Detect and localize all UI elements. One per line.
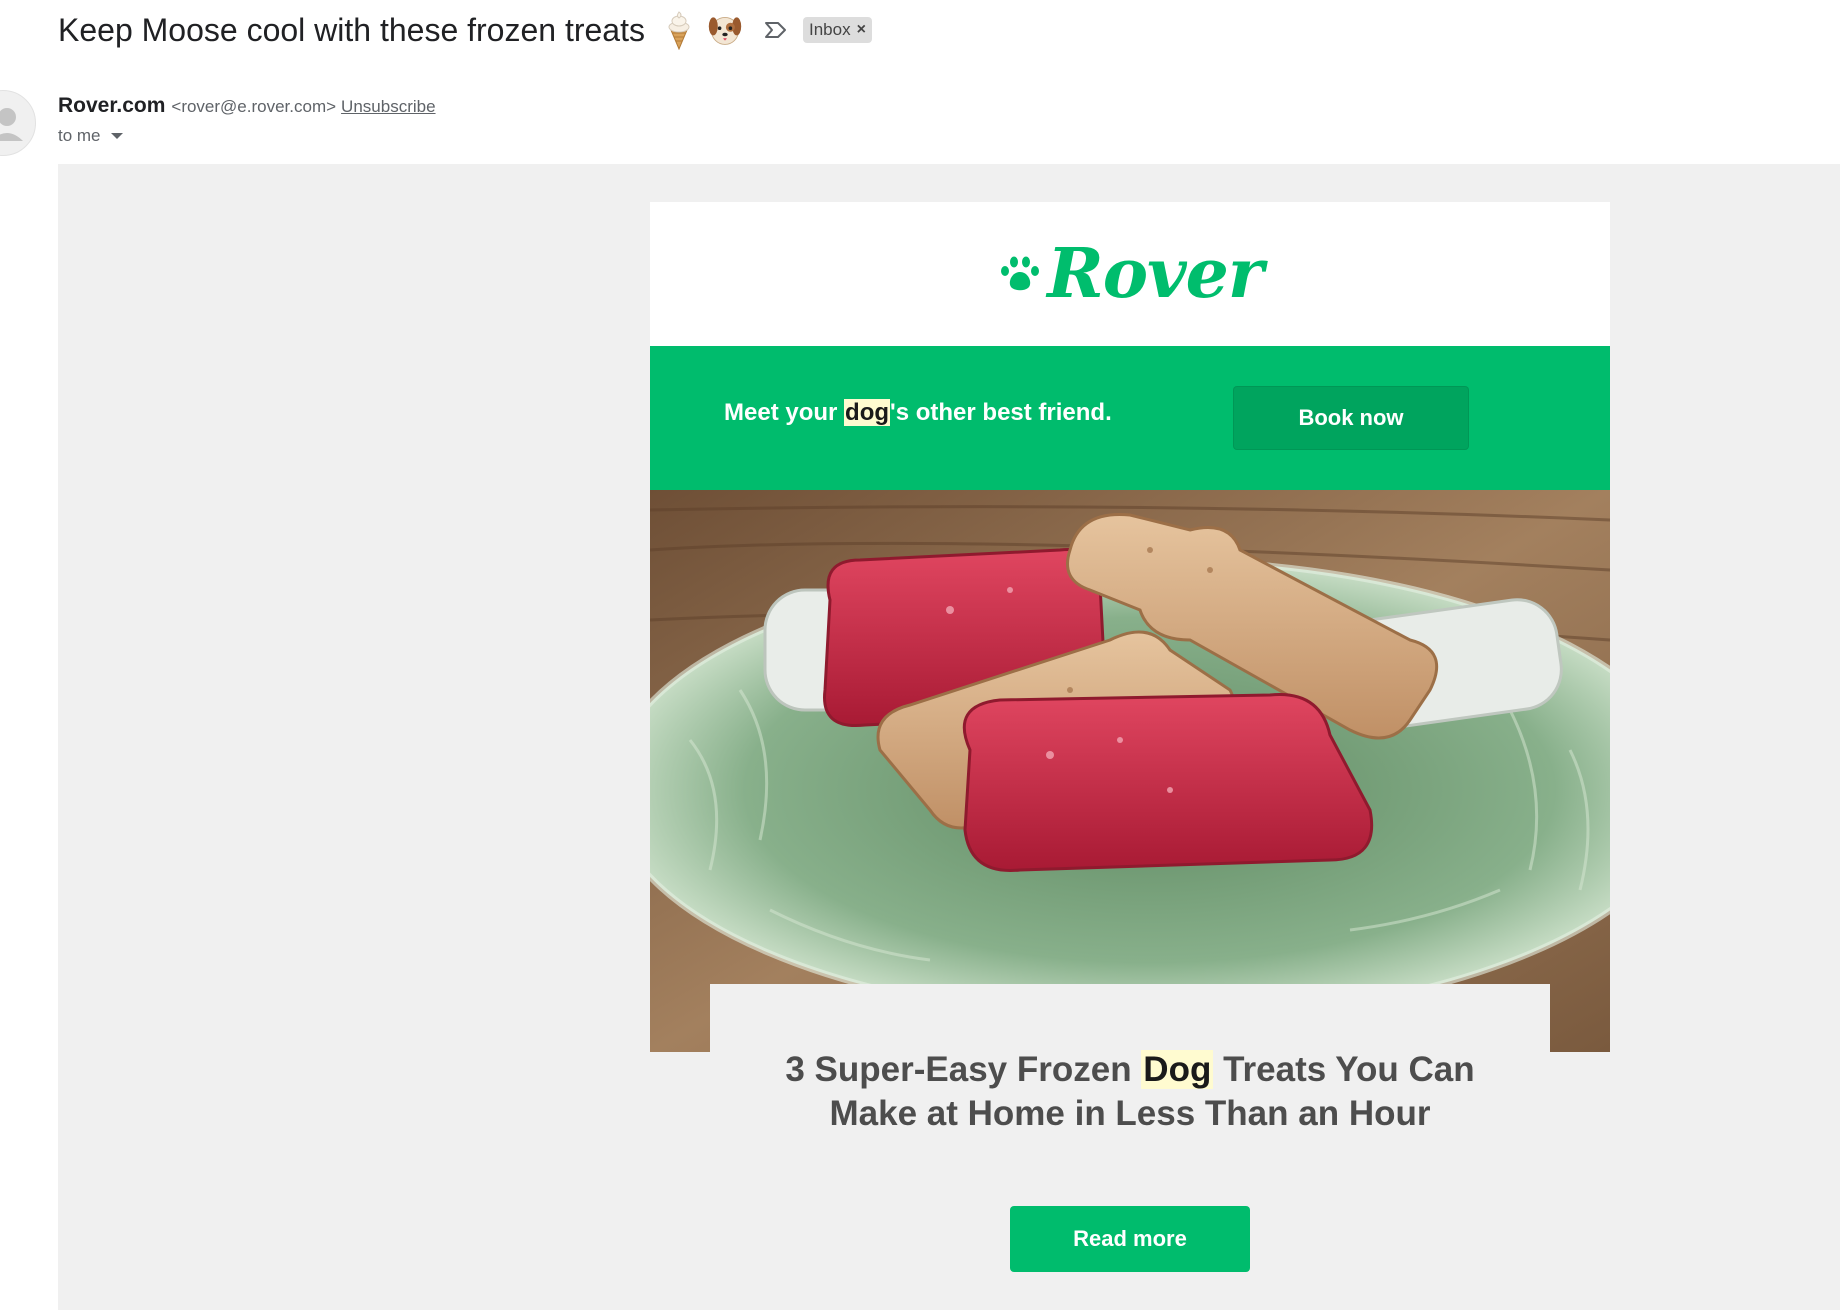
book-now-button[interactable]: Book now: [1233, 386, 1469, 450]
article-title-start: 3 Super-Easy Frozen: [785, 1050, 1142, 1089]
show-details-chevron-icon[interactable]: [110, 133, 123, 139]
avatar[interactable]: [0, 90, 36, 156]
banner-text-start: Meet your: [724, 399, 845, 426]
hero-image[interactable]: [650, 490, 1610, 1052]
article-card: 3 Super-Easy Frozen Dog Treats You Can M…: [710, 984, 1550, 1310]
sender-name: Rover.com: [58, 94, 166, 117]
email-content: Rover Meet your dog's other best friend.…: [650, 202, 1610, 1310]
person-icon: [0, 108, 23, 141]
banner-text-end: 's other best friend.: [890, 399, 1112, 426]
article-title-highlight: Dog: [1141, 1050, 1214, 1089]
logo-area: Rover: [650, 202, 1610, 346]
rover-logo-text: Rover: [1047, 234, 1263, 314]
article-title[interactable]: 3 Super-Easy Frozen Dog Treats You Can M…: [750, 1048, 1510, 1136]
frozen-treats-photo: [650, 490, 1610, 1052]
email-subject: Keep Moose cool with these frozen treats: [58, 11, 645, 48]
banner-highlight: dog: [844, 399, 891, 426]
dog-face-icon: [708, 16, 742, 45]
recipient-label: to me: [58, 126, 101, 145]
recipient-line[interactable]: to me: [58, 126, 123, 146]
promo-banner: Meet your dog's other best friend. Book …: [650, 346, 1610, 490]
rover-logo[interactable]: Rover: [997, 234, 1264, 314]
sender-line: Rover.com <rover@e.rover.com> Unsubscribe: [58, 94, 436, 118]
banner-text: Meet your dog's other best friend.: [724, 399, 1112, 427]
label-arrow-icon[interactable]: [763, 19, 789, 41]
inbox-label-chip[interactable]: Inbox ×: [802, 17, 872, 43]
remove-label-icon[interactable]: ×: [857, 21, 866, 39]
paw-icon: [1001, 256, 1040, 291]
inbox-label-text: Inbox: [808, 20, 851, 39]
read-more-button[interactable]: Read more: [1010, 1206, 1250, 1272]
unsubscribe-link[interactable]: Unsubscribe: [341, 97, 436, 116]
email-subject-row: Keep Moose cool with these frozen treats…: [58, 6, 872, 54]
ice-cream-icon: [668, 11, 690, 50]
sender-email: <rover@e.rover.com>: [171, 97, 337, 116]
